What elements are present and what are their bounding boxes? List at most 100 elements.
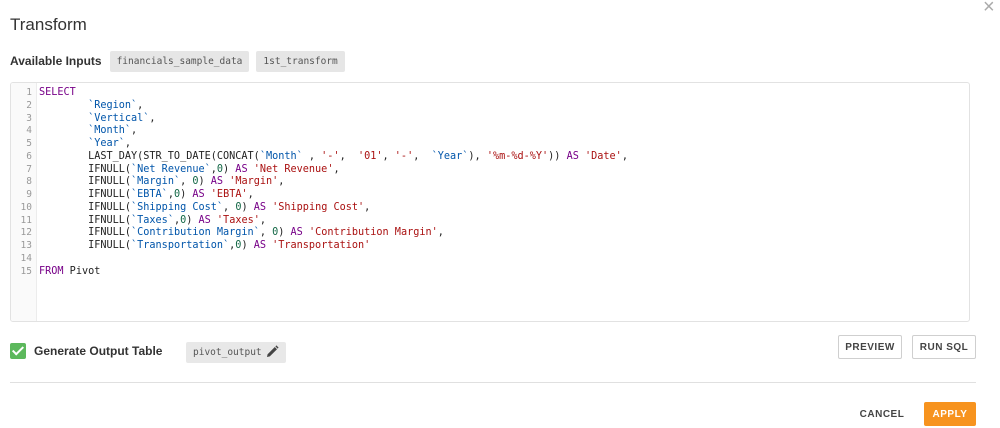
code-token: ,: [259, 227, 273, 239]
code-token: `Month`: [259, 150, 303, 162]
code-token: ,: [223, 201, 236, 213]
code-token: 'Margin': [229, 176, 279, 188]
code-line: 6 LAST_DAY(STR_TO_DATE(CONCAT(`Month` , …: [11, 151, 969, 164]
code-token: AS: [229, 163, 254, 175]
code-token: ,: [180, 176, 193, 188]
code-token: AS: [186, 189, 211, 200]
code-line: 15 FROM Pivot: [11, 266, 969, 279]
output-table-name[interactable]: pivot_output: [186, 342, 286, 363]
line-number: 5: [26, 138, 32, 149]
code-token: ,: [259, 214, 266, 226]
code-token: 'Taxes': [216, 214, 260, 226]
code-token: AS: [284, 227, 309, 239]
run-sql-button[interactable]: RUN SQL: [912, 335, 976, 359]
code-token: 'EBTA': [210, 189, 248, 200]
line-number: 1: [26, 87, 32, 98]
cancel-button[interactable]: CANCEL: [852, 402, 912, 426]
code-line: 7 IFNULL(`Net Revenue`,0) AS 'Net Revenu…: [11, 164, 969, 177]
code-token: IFNULL(: [39, 201, 132, 213]
code-text: IFNULL(`Transportation`,0) AS 'Transport…: [39, 240, 370, 253]
code-token: '-': [394, 150, 414, 162]
code-token: IFNULL(: [39, 176, 132, 188]
code-token: `Vertical`: [88, 112, 150, 124]
code-text: IFNULL(`Net Revenue`,0) AS 'Net Revenue'…: [39, 164, 340, 177]
pencil-icon[interactable]: [265, 344, 279, 360]
code-token: '%m-%d-%Y': [486, 150, 549, 162]
code-line: 14: [11, 253, 969, 266]
code-text: IFNULL(`Margin`, 0) AS 'Margin',: [39, 176, 284, 189]
available-inputs-row: Available Inputs financials_sample_data …: [10, 50, 352, 72]
code-token: `Region`: [88, 99, 138, 111]
dialog-title: Transform: [10, 15, 87, 34]
code-token: ,: [413, 150, 432, 162]
footer-divider: [10, 382, 976, 383]
code-token: `Year`: [431, 150, 469, 162]
code-token: ,: [149, 112, 156, 124]
code-line: 13 IFNULL(`Transportation`,0) AS 'Transp…: [11, 240, 969, 253]
line-number: 15: [20, 265, 32, 277]
code-token: ,: [382, 150, 395, 162]
code-token: AS: [192, 214, 217, 226]
line-number: 14: [20, 252, 32, 264]
code-token: IFNULL(: [39, 214, 132, 226]
close-icon[interactable]: ×: [983, 0, 995, 17]
code-text: `Region`,: [39, 100, 143, 113]
line-number: 10: [20, 201, 32, 213]
line-number: 2: [26, 99, 32, 111]
code-token: ,: [339, 150, 358, 162]
code-text: IFNULL(`Shipping Cost`, 0) AS 'Shipping …: [39, 202, 370, 215]
generate-output-checkbox[interactable]: [10, 343, 26, 359]
sql-editor[interactable]: 1 SELECT 2 `Region`, 3 `Vertical`, 4 `Month`…: [10, 82, 970, 322]
code-token: IFNULL(: [39, 163, 132, 175]
apply-button[interactable]: APPLY: [924, 402, 976, 426]
input-chip-financials-sample-data[interactable]: financials_sample_data: [109, 50, 250, 72]
generate-output-row: Generate Output Table: [10, 342, 162, 360]
code-line: 3 `Vertical`,: [11, 113, 969, 126]
code-token: ,: [364, 201, 371, 213]
code-token: LAST_DAY(STR_TO_DATE(CONCAT(: [39, 150, 260, 162]
code-line: 10 IFNULL(`Shipping Cost`, 0) AS 'Shippi…: [11, 202, 969, 215]
code-line: 9 IFNULL(`EBTA`,0) AS 'EBTA',: [11, 189, 969, 202]
line-number: 6: [26, 150, 32, 162]
code-token: ,: [124, 138, 132, 149]
code-text: FROM Pivot: [39, 266, 100, 279]
code-token: AS: [247, 240, 273, 251]
code-token: ,: [302, 150, 322, 162]
code-token: 'Date': [585, 150, 622, 162]
code-token: 'Net Revenue': [253, 163, 334, 175]
code-token: AS: [247, 201, 273, 213]
available-inputs-label: Available Inputs: [10, 54, 102, 68]
code-token: `EBTA`: [131, 189, 168, 200]
code-token: ,: [137, 99, 144, 111]
code-lines: 1 SELECT 2 `Region`, 3 `Vertical`, 4 `Month`…: [11, 87, 969, 278]
code-token: AS: [560, 150, 585, 162]
code-line: 11 IFNULL(`Taxes`,0) AS 'Taxes',: [11, 215, 969, 228]
code-token: ,: [621, 150, 628, 162]
code-token: ),: [468, 150, 487, 162]
line-number: 9: [26, 189, 32, 200]
code-token: `Margin`: [131, 176, 181, 188]
line-number: 7: [26, 163, 32, 175]
code-token: ,: [333, 163, 340, 175]
code-line: 12 IFNULL(`Contribution Margin`, 0) AS '…: [11, 227, 969, 240]
line-number: 8: [26, 176, 32, 188]
input-chip-1st-transform[interactable]: 1st_transform: [256, 50, 345, 72]
code-token: SELECT: [39, 87, 76, 98]
line-number: 3: [26, 112, 32, 124]
code-token: '01': [357, 150, 383, 162]
code-token: Pivot: [63, 265, 101, 277]
code-token: IFNULL(: [39, 189, 132, 200]
code-token: `Transportation`: [131, 240, 230, 251]
code-token: `Year`: [88, 138, 125, 149]
preview-button[interactable]: PREVIEW: [838, 335, 902, 359]
code-token: ,: [247, 189, 254, 200]
code-token: ,: [131, 125, 138, 137]
code-token: ,: [278, 176, 285, 188]
code-text: `Month`,: [39, 125, 137, 138]
code-token: )): [548, 150, 561, 162]
code-token: `Month`: [88, 125, 132, 137]
